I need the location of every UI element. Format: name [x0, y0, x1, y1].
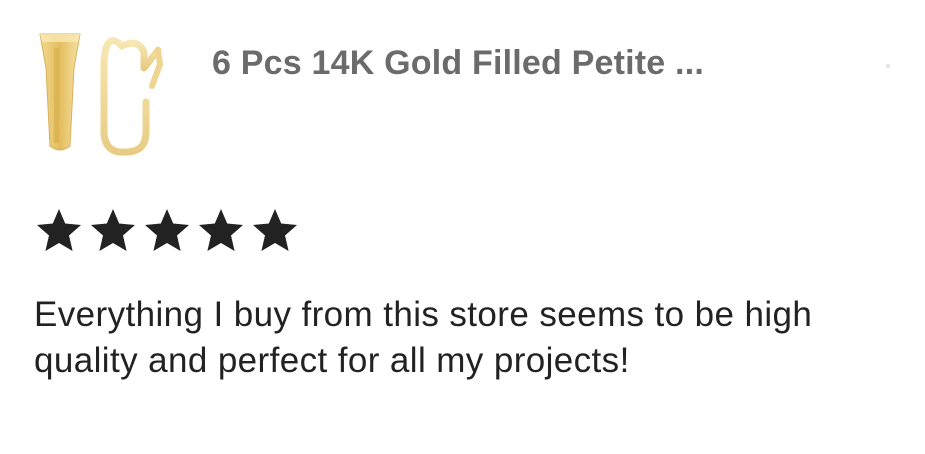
review-text: Everything I buy from this store seems t…	[34, 295, 813, 380]
star-icon	[145, 209, 189, 251]
gold-bail-jewelry-image	[39, 33, 164, 156]
decorative-dot	[886, 64, 890, 68]
star-icon	[253, 209, 297, 251]
star-icon	[37, 209, 81, 251]
review-card: 6 Pcs 14K Gold Filled Petite ... Everyth…	[0, 0, 925, 454]
star-icon	[199, 209, 243, 251]
product-title-link[interactable]: 6 Pcs 14K Gold Filled Petite ...	[212, 44, 704, 83]
product-image[interactable]	[34, 28, 174, 158]
star-rating	[34, 206, 300, 256]
star-icon	[91, 209, 135, 251]
